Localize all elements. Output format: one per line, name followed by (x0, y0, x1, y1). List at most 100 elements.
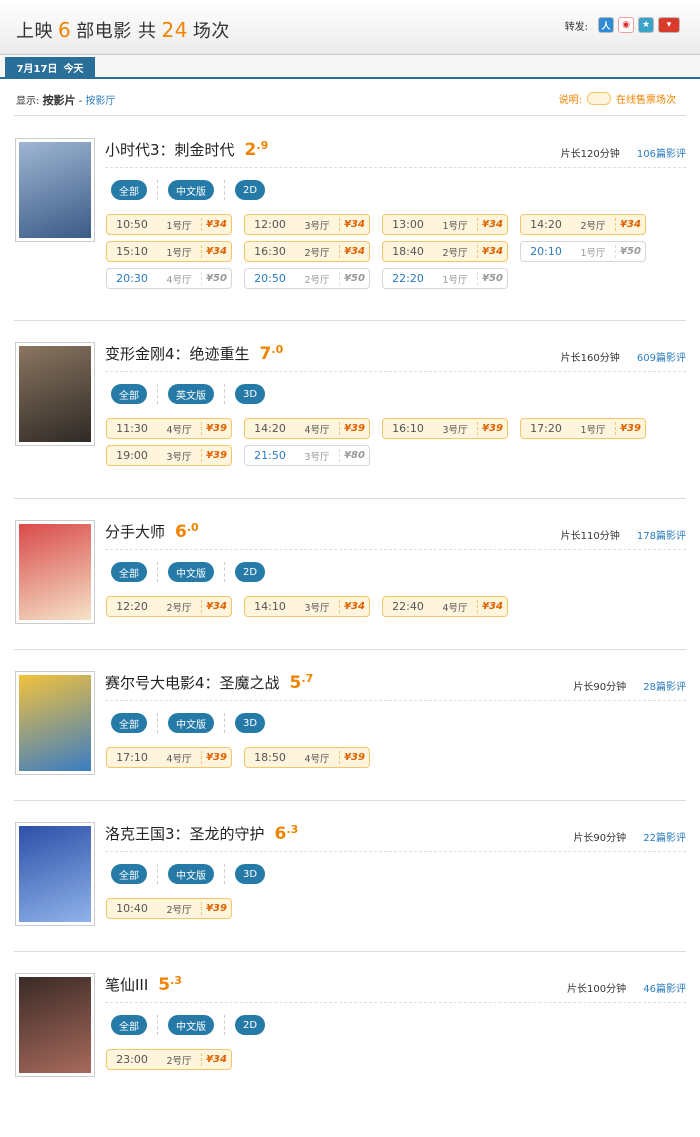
movie-reviews-link[interactable]: 106篇影评 (637, 149, 686, 160)
showtime-time: 20:50 (254, 272, 286, 285)
showtime-time: 13:00 (392, 218, 424, 231)
filter-pill[interactable]: 中文版 (168, 1015, 214, 1035)
showtime-online[interactable]: 19:00 3号厅 ¥39 (106, 445, 232, 466)
view-label: 显示: (16, 96, 40, 107)
showtime-hall: 2号厅 (166, 1055, 192, 1067)
filter-pill[interactable]: 中文版 (168, 180, 214, 200)
filter-separator (224, 562, 225, 582)
showtime-online[interactable]: 17:10 4号厅 ¥39 (106, 747, 232, 768)
filter-pill[interactable]: 2D (235, 180, 266, 200)
score-dec: .0 (271, 343, 284, 356)
showtime-hall: 3号厅 (442, 424, 468, 436)
filter-pill[interactable]: 英文版 (168, 384, 214, 404)
filter-pill[interactable]: 3D (235, 384, 266, 404)
showtime-time: 10:50 (116, 218, 148, 231)
movie-title[interactable]: 分手大师 (105, 521, 165, 542)
divider (14, 498, 686, 499)
showtime-hall: 4号厅 (166, 753, 192, 765)
showtime-time: 20:10 (530, 245, 562, 258)
movie-reviews-link[interactable]: 22篇影评 (643, 833, 686, 844)
filter-pill[interactable]: 全部 (111, 1015, 147, 1035)
showtime-online[interactable]: 15:10 1号厅 ¥34 (106, 241, 232, 262)
showtime-online[interactable]: 12:00 3号厅 ¥34 (244, 214, 370, 235)
filter-pill[interactable]: 全部 (111, 180, 147, 200)
showtime-online[interactable]: 11:30 4号厅 ¥39 (106, 418, 232, 439)
showtime-online[interactable]: 16:10 3号厅 ¥39 (382, 418, 508, 439)
filter-separator (157, 180, 158, 200)
share-weibo-icon[interactable]: ◉ (618, 17, 634, 33)
showtime-hall: 3号厅 (304, 220, 330, 232)
showtime[interactable]: 22:20 1号厅 ¥50 (382, 268, 508, 289)
view-by-hall-link[interactable]: 按影厅 (86, 96, 116, 107)
filter-pill[interactable]: 2D (235, 1015, 266, 1035)
movie-title[interactable]: 笔仙III (105, 974, 148, 995)
movie-info: 片长120分钟 106篇影评 (561, 145, 686, 160)
showtime-online[interactable]: 14:20 4号厅 ¥39 (244, 418, 370, 439)
movie-reviews-link[interactable]: 609篇影评 (637, 353, 686, 364)
filter-pill[interactable]: 全部 (111, 384, 147, 404)
movie-title[interactable]: 小时代3：刺金时代 (105, 139, 235, 160)
showtime-time: 18:40 (392, 245, 424, 258)
showtime-online[interactable]: 14:20 2号厅 ¥34 (520, 214, 646, 235)
showtime-time: 22:40 (392, 600, 424, 613)
showtime-hall: 1号厅 (580, 424, 606, 436)
movie-title[interactable]: 赛尔号大电影4：圣魔之战 (105, 672, 280, 693)
showtime-online[interactable]: 10:50 1号厅 ¥34 (106, 214, 232, 235)
showtime-online[interactable]: 10:40 2号厅 ¥39 (106, 898, 232, 919)
movie-poster[interactable] (15, 342, 95, 446)
filter-pill[interactable]: 全部 (111, 713, 147, 733)
movie-score: 7.0 (260, 343, 284, 364)
movie-poster[interactable] (15, 973, 95, 1077)
movie-info: 片长100分钟 46篇影评 (567, 980, 686, 995)
showtime-time: 10:40 (116, 902, 148, 915)
movie-reviews-link[interactable]: 46篇影评 (643, 984, 686, 995)
movie-poster[interactable] (15, 138, 95, 242)
divider (14, 800, 686, 801)
tab-today[interactable]: 7月17日 今天 (5, 57, 95, 77)
movie-reviews-link[interactable]: 178篇影评 (637, 531, 686, 542)
view-by-movie[interactable]: 按影片 (43, 94, 76, 107)
movie-poster[interactable] (15, 671, 95, 775)
filter-pill[interactable]: 3D (235, 864, 266, 884)
filter-pill[interactable]: 中文版 (168, 864, 214, 884)
showtime-price: ¥39 (339, 422, 369, 435)
showtime-hall: 3号厅 (166, 451, 192, 463)
movie-score: 6.3 (275, 823, 299, 844)
showtime[interactable]: 20:50 2号厅 ¥50 (244, 268, 370, 289)
showtime-online[interactable]: 18:50 4号厅 ¥39 (244, 747, 370, 768)
movie-poster[interactable] (15, 520, 95, 624)
showtime-online[interactable]: 12:20 2号厅 ¥34 (106, 596, 232, 617)
showtime-price: ¥39 (201, 751, 231, 764)
movie-poster[interactable] (15, 822, 95, 926)
share-more-icon[interactable]: ▾ (658, 17, 680, 33)
showtime-online[interactable]: 13:00 1号厅 ¥34 (382, 214, 508, 235)
share-qzone-icon[interactable]: ★ (638, 17, 654, 33)
showtime-online[interactable]: 16:30 2号厅 ¥34 (244, 241, 370, 262)
showtime-time: 22:20 (392, 272, 424, 285)
filter-pill[interactable]: 2D (235, 562, 266, 582)
filter-pill[interactable]: 全部 (111, 562, 147, 582)
showtime[interactable]: 20:30 4号厅 ¥50 (106, 268, 232, 289)
movie-title-row: 变形金刚4：绝迹重生 7.0 (105, 343, 283, 364)
movie-reviews-link[interactable]: 28篇影评 (643, 682, 686, 693)
filter-pill[interactable]: 3D (235, 713, 266, 733)
showtime-online[interactable]: 17:20 1号厅 ¥39 (520, 418, 646, 439)
showtime-online[interactable]: 22:40 4号厅 ¥34 (382, 596, 508, 617)
movie-title[interactable]: 洛克王国3：圣龙的守护 (105, 823, 265, 844)
filter-pill[interactable]: 中文版 (168, 562, 214, 582)
filter-group: 全部 中文版 3D (111, 713, 266, 733)
showtime-online[interactable]: 23:00 2号厅 ¥34 (106, 1049, 232, 1070)
showtime-time: 17:20 (530, 422, 562, 435)
share-renren-icon[interactable]: 人 (598, 17, 614, 33)
legend: 说明: 在线售票场次 (559, 91, 676, 106)
showtime-online[interactable]: 18:40 2号厅 ¥34 (382, 241, 508, 262)
showtime-hall: 2号厅 (166, 904, 192, 916)
movie-title-row: 笔仙III 5.3 (105, 974, 182, 995)
filter-pill[interactable]: 中文版 (168, 713, 214, 733)
showtime-online[interactable]: 14:10 3号厅 ¥34 (244, 596, 370, 617)
filter-pill[interactable]: 全部 (111, 864, 147, 884)
showtime[interactable]: 20:10 1号厅 ¥50 (520, 241, 646, 262)
showtime[interactable]: 21:50 3号厅 ¥80 (244, 445, 370, 466)
showtime-hall: 1号厅 (166, 220, 192, 232)
movie-title[interactable]: 变形金刚4：绝迹重生 (105, 343, 250, 364)
